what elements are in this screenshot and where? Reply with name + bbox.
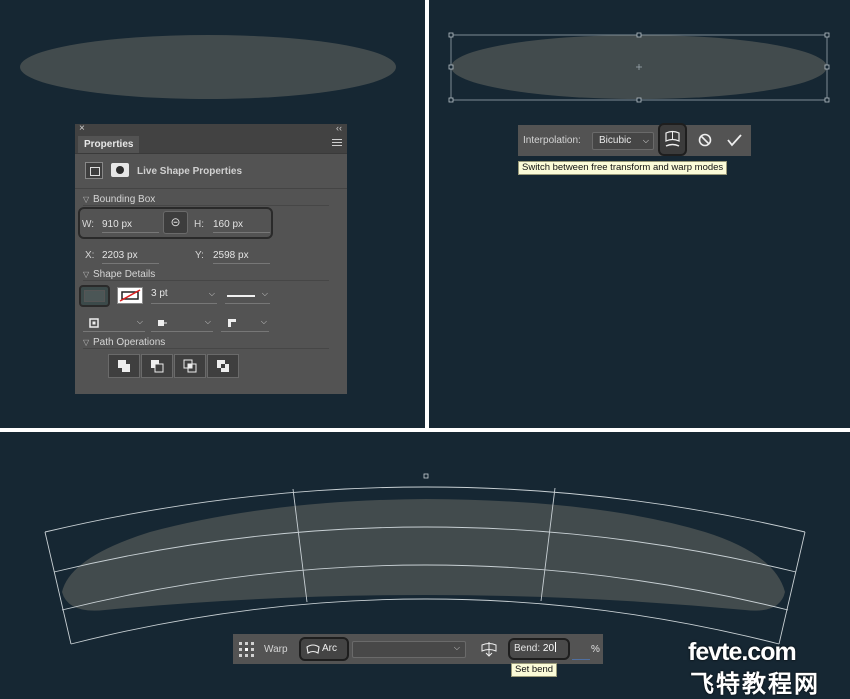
bend-tooltip: Set bend	[511, 663, 558, 677]
panel-menu-icon[interactable]	[332, 139, 342, 148]
bend-value[interactable]: 20	[543, 643, 554, 654]
divider	[83, 280, 329, 281]
text-cursor	[555, 642, 557, 652]
warp-toggle-tooltip: Switch between free transform and warp m…	[518, 161, 728, 175]
chevron-down-icon: ⌵	[642, 136, 649, 145]
stroke-cap-select[interactable]: ⌵	[151, 316, 213, 332]
exclude-overlap-button[interactable]	[207, 354, 239, 378]
section-path-operations[interactable]: ▽ Path Operations	[83, 337, 165, 348]
section-shape-details[interactable]: ▽ Shape Details	[83, 269, 155, 280]
y-label: Y:	[195, 250, 204, 261]
panel-top-bar: × ‹‹	[75, 123, 347, 136]
transform-options-bar: Interpolation: Bicubic ⌵	[518, 123, 751, 156]
subtract-shapes-icon	[151, 360, 164, 373]
canvas-panel-properties: × ‹‹ Properties Live Shape Properties ▽ B…	[0, 0, 425, 428]
x-field[interactable]: 2203 px	[102, 250, 159, 264]
combine-shapes-icon	[118, 360, 130, 372]
interpolation-value: Bicubic	[599, 135, 632, 146]
stroke-line-icon	[227, 295, 255, 297]
watermark-line1: fevte.com	[688, 638, 797, 666]
arc-warp-icon	[306, 644, 320, 654]
fill-color-swatch[interactable]	[79, 285, 110, 307]
properties-panel: × ‹‹ Properties Live Shape Properties ▽ B…	[75, 123, 347, 394]
stroke-align-icon	[89, 318, 99, 328]
warp-mode-toggle-button[interactable]	[658, 123, 687, 156]
live-shape-header: Live Shape Properties	[75, 154, 347, 189]
watermark-line2: 飞特教程网	[690, 671, 820, 698]
no-stroke-icon	[119, 289, 141, 302]
stroke-width-value: 3 pt	[151, 288, 168, 299]
warp-options-bar: Warp Arc ⌵ Bend: 20 %	[233, 634, 603, 664]
stroke-align-select[interactable]: ⌵	[83, 316, 145, 332]
exclude-overlap-icon	[217, 360, 229, 372]
x-label: X:	[85, 250, 95, 261]
live-shape-title: Live Shape Properties	[137, 166, 243, 177]
stroke-corner-icon	[228, 319, 237, 328]
width-field[interactable]: 910 px	[102, 219, 159, 233]
section-label: Bounding Box	[93, 194, 156, 205]
close-icon[interactable]: ×	[79, 123, 85, 134]
chevron-down-icon: ⌵	[204, 317, 211, 326]
y-field[interactable]: 2598 px	[213, 250, 270, 264]
section-label: Shape Details	[93, 269, 156, 280]
warp-style-value: Arc	[322, 643, 337, 654]
warp-style-select[interactable]: ⌵	[352, 641, 466, 658]
width-label: W:	[82, 219, 95, 230]
warp-label: Warp	[264, 644, 288, 655]
chevron-down-icon: ⌵	[136, 317, 143, 326]
commit-transform-icon[interactable]	[726, 133, 742, 147]
link-icon[interactable]: ⊝	[163, 211, 188, 234]
panel-tabs: Properties	[75, 136, 347, 154]
warp-icon	[665, 130, 680, 147]
collapse-icon[interactable]: ‹‹	[336, 123, 342, 133]
height-field[interactable]: 160 px	[213, 219, 270, 233]
stroke-width-select[interactable]: 3 pt ⌵	[151, 288, 217, 304]
warp-style-button[interactable]: Arc	[299, 637, 349, 661]
chevron-down-icon: ▽	[83, 338, 90, 347]
section-label: Path Operations	[93, 337, 166, 348]
chevron-down-icon: ⌵	[453, 643, 460, 652]
intersect-shapes-icon	[183, 359, 197, 373]
canvas-panel-transform: Interpolation: Bicubic ⌵ Switch between …	[429, 0, 850, 428]
percent-label: %	[591, 644, 600, 655]
bend-handle[interactable]	[423, 473, 429, 479]
interpolation-label: Interpolation:	[523, 135, 581, 146]
height-label: H:	[194, 219, 204, 230]
chevron-down-icon: ⌵	[261, 289, 268, 298]
bend-label: Bend:	[514, 643, 541, 654]
chevron-down-icon: ▽	[83, 195, 90, 204]
ellipse-shape[interactable]	[20, 35, 396, 99]
tab-properties[interactable]: Properties	[78, 136, 140, 153]
stroke-corner-select[interactable]: ⌵	[221, 316, 269, 332]
stroke-type-select[interactable]: ⌵	[225, 288, 270, 304]
bend-field[interactable]: Bend: 20	[508, 638, 570, 660]
chevron-down-icon: ▽	[83, 270, 90, 279]
path-operations-group	[108, 354, 241, 378]
transform-bounds-icon[interactable]	[85, 162, 103, 179]
section-bounding-box[interactable]: ▽ Bounding Box	[83, 194, 155, 205]
warp-orientation-icon[interactable]	[480, 640, 498, 658]
combine-shapes-button[interactable]	[108, 354, 140, 378]
reference-point-grid-icon[interactable]	[239, 642, 254, 657]
bend-slider-track[interactable]	[572, 659, 590, 660]
cancel-transform-icon[interactable]	[698, 133, 712, 147]
divider	[83, 348, 329, 349]
divider	[83, 205, 329, 206]
interpolation-select[interactable]: Bicubic ⌵	[592, 132, 654, 150]
chevron-down-icon: ⌵	[208, 289, 215, 298]
warped-shape[interactable]	[62, 499, 785, 611]
stroke-color-swatch[interactable]	[117, 287, 143, 304]
stroke-cap-icon	[158, 320, 167, 326]
chevron-down-icon: ⌵	[260, 317, 267, 326]
subtract-shapes-button[interactable]	[141, 354, 173, 378]
mask-icon[interactable]	[111, 163, 129, 177]
canvas-drawing	[448, 32, 830, 103]
intersect-shapes-button[interactable]	[174, 354, 206, 378]
